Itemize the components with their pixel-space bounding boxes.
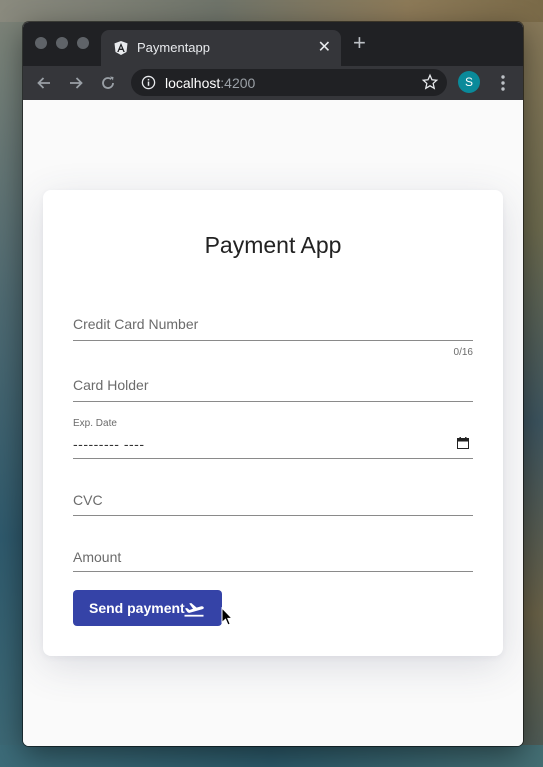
page-title: Payment App <box>204 232 342 258</box>
amount-field[interactable]: Amount <box>73 547 473 577</box>
desktop-wallpaper-left <box>0 0 24 767</box>
cursor-icon <box>221 607 233 626</box>
forward-icon[interactable] <box>65 72 87 94</box>
flight-takeoff-icon <box>184 603 204 617</box>
card-number-underline <box>73 340 473 341</box>
card-number-counter: 0/16 <box>453 347 473 358</box>
desktop-wallpaper-bottom <box>0 745 543 767</box>
info-icon[interactable] <box>141 75 156 90</box>
tab-title: Paymentapp <box>137 40 210 55</box>
angular-icon <box>114 41 128 55</box>
card-number-input[interactable] <box>73 316 473 336</box>
url-host: localhost <box>165 75 221 91</box>
page-content: Payment App Credit Card Number 0/16 Card… <box>23 100 523 746</box>
window-minimize-dot[interactable] <box>56 37 68 49</box>
url-text: localhost:4200 <box>165 75 255 91</box>
card-holder-underline <box>73 401 473 402</box>
cvc-field[interactable]: CVC <box>73 490 473 520</box>
plus-icon[interactable]: + <box>353 32 366 54</box>
browser-window: Paymentapp ✕ + localhost:4200 S Payment … <box>23 22 523 746</box>
card-number-field[interactable]: Credit Card Number 0/16 <box>73 310 473 370</box>
cvc-underline <box>73 515 473 516</box>
address-bar[interactable]: localhost:4200 <box>131 69 447 96</box>
browser-toolbar: localhost:4200 S <box>23 66 523 100</box>
send-payment-label: Send payment <box>89 600 185 616</box>
tab-strip: Paymentapp ✕ + <box>23 22 523 66</box>
cvc-input[interactable] <box>73 492 473 512</box>
exp-date-underline <box>73 458 473 459</box>
calendar-icon[interactable] <box>457 437 469 449</box>
exp-date-value: --------- ---- <box>73 436 145 452</box>
reload-icon[interactable] <box>97 72 119 94</box>
exp-date-field[interactable]: Exp. Date --------- ---- <box>73 418 473 462</box>
window-zoom-dot[interactable] <box>77 37 89 49</box>
back-icon[interactable] <box>33 72 55 94</box>
exp-date-label: Exp. Date <box>73 418 117 429</box>
amount-underline <box>73 571 473 572</box>
desktop-wallpaper-top <box>0 0 543 22</box>
window-close-dot[interactable] <box>35 37 47 49</box>
menu-icon[interactable] <box>493 72 513 94</box>
card-holder-field[interactable]: Card Holder <box>73 372 473 412</box>
card-holder-input[interactable] <box>73 377 473 397</box>
profile-avatar[interactable]: S <box>458 71 480 93</box>
amount-input[interactable] <box>73 549 473 569</box>
url-port: :4200 <box>220 75 256 91</box>
close-icon[interactable]: ✕ <box>318 37 331 57</box>
tab-paymentapp[interactable]: Paymentapp ✕ <box>101 30 341 66</box>
send-payment-button[interactable]: Send payment <box>73 590 222 626</box>
payment-form-card: Payment App Credit Card Number 0/16 Card… <box>43 190 503 656</box>
star-icon[interactable] <box>421 73 439 91</box>
